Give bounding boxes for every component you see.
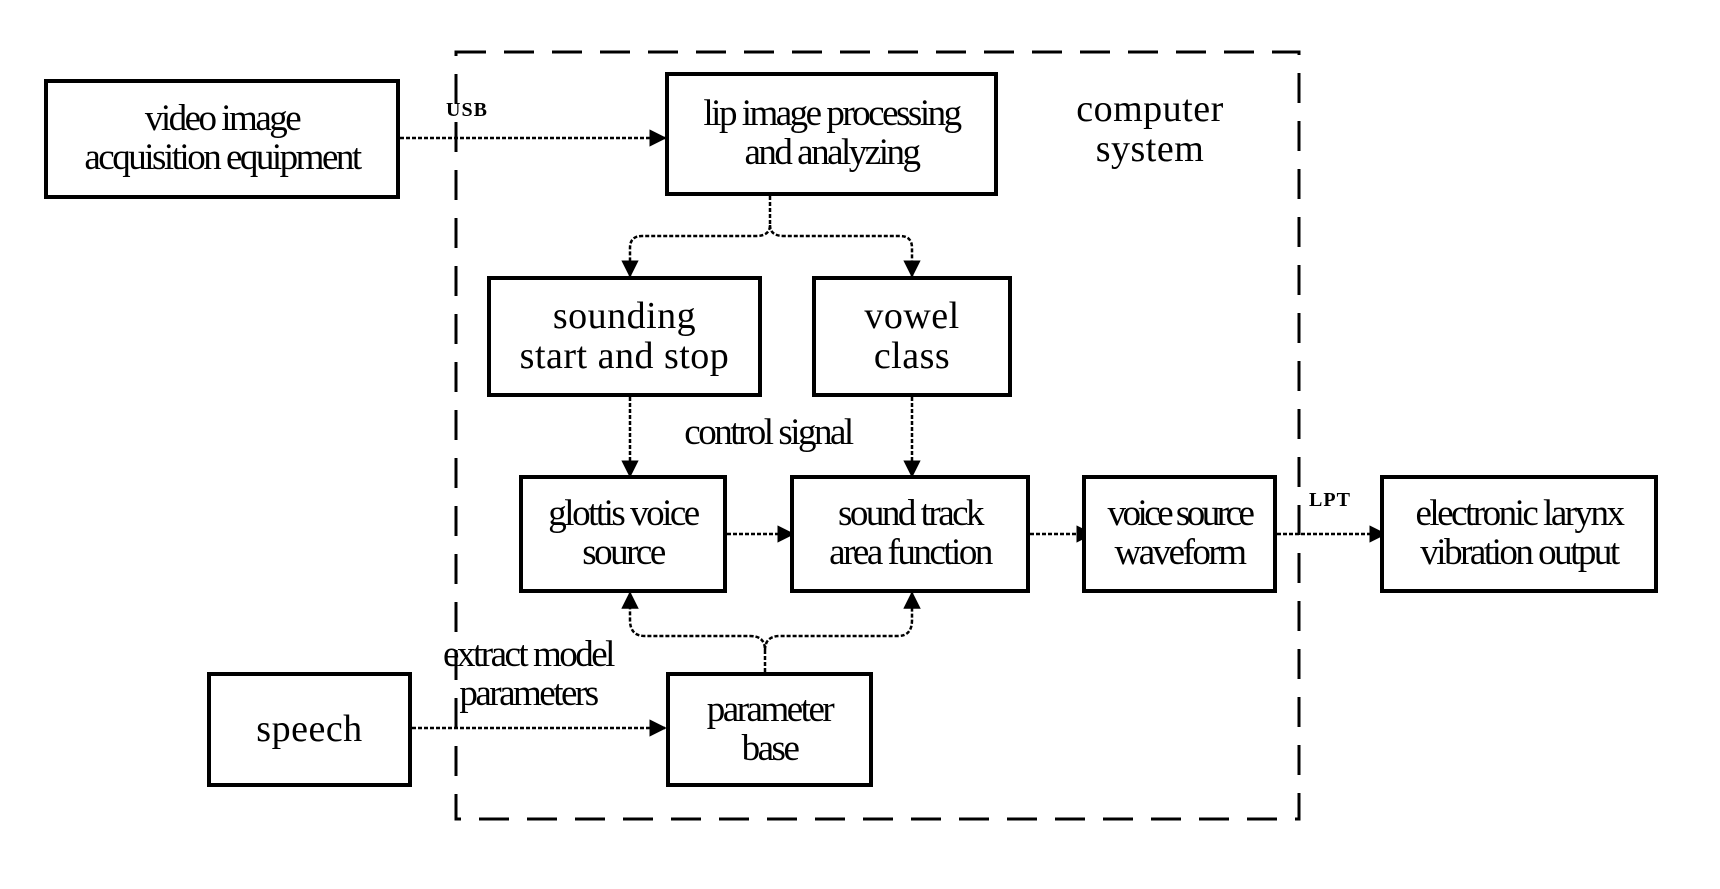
node-electronic-larynx-output: electronic larynx vibration output (1380, 475, 1658, 593)
node-text-line: vowel (864, 294, 960, 337)
node-text-line: sound track (837, 493, 985, 535)
node-voice-source-waveform: voice source waveform (1082, 475, 1277, 593)
node-text-line: sounding (552, 294, 697, 337)
node-sound-track-area-function: sound track area function (790, 475, 1030, 593)
node-text-line: voice source (1107, 493, 1255, 535)
node-speech: speech (207, 672, 412, 787)
edge-param-to-glottis (621, 591, 767, 672)
edge-label-line: extract model (443, 634, 615, 675)
node-text-line: and analyzing (744, 132, 922, 173)
edge-param-to-track (763, 591, 921, 651)
edge-label-extract-model-parameters: extract model parameters (418, 634, 638, 714)
node-text-line: area function (829, 532, 993, 573)
edge-label-line: parameters (459, 672, 599, 714)
node-text-line: lip image processing (703, 93, 962, 135)
node-lip-image-processing: lip image processing and analyzing (665, 72, 998, 196)
node-text-line: base (741, 727, 800, 769)
container-label-line: computer (1076, 88, 1224, 130)
node-parameter-base: parameter base (666, 672, 873, 787)
edge-label-control-signal: control signal (684, 412, 854, 453)
node-text-line: class (873, 334, 951, 377)
container-label-line: system (1095, 127, 1205, 170)
node-text-line: parameter (706, 688, 835, 730)
edge-label-lpt: LPT (1309, 489, 1351, 511)
node-sounding-start-stop: sounding start and stop (487, 276, 762, 397)
node-text-line: source (582, 532, 666, 573)
node-text-line: waveform (1114, 532, 1248, 573)
node-video-image-acquisition: video image acquisition equipment (44, 79, 400, 199)
node-vowel-class: vowel class (812, 276, 1012, 397)
node-text-line: glottis voice (548, 493, 700, 535)
node-glottis-voice-source: glottis voice source (519, 475, 727, 593)
node-text-line: speech (256, 707, 363, 750)
node-text-line: acquisition equipment (84, 137, 362, 178)
node-text-line: start and stop (519, 334, 730, 377)
edge-lip-to-vowel (768, 224, 921, 278)
node-text-line: vibration output (1420, 532, 1620, 573)
container-label: computer system (1040, 88, 1260, 170)
edge-lip-to-sounding (621, 196, 772, 278)
edge-label-usb: USB (446, 99, 488, 121)
node-text-line: video image (144, 98, 302, 140)
diagram-canvas: video image acquisition equipment lip im… (0, 0, 1720, 889)
node-text-line: electronic larynx (1415, 493, 1625, 535)
